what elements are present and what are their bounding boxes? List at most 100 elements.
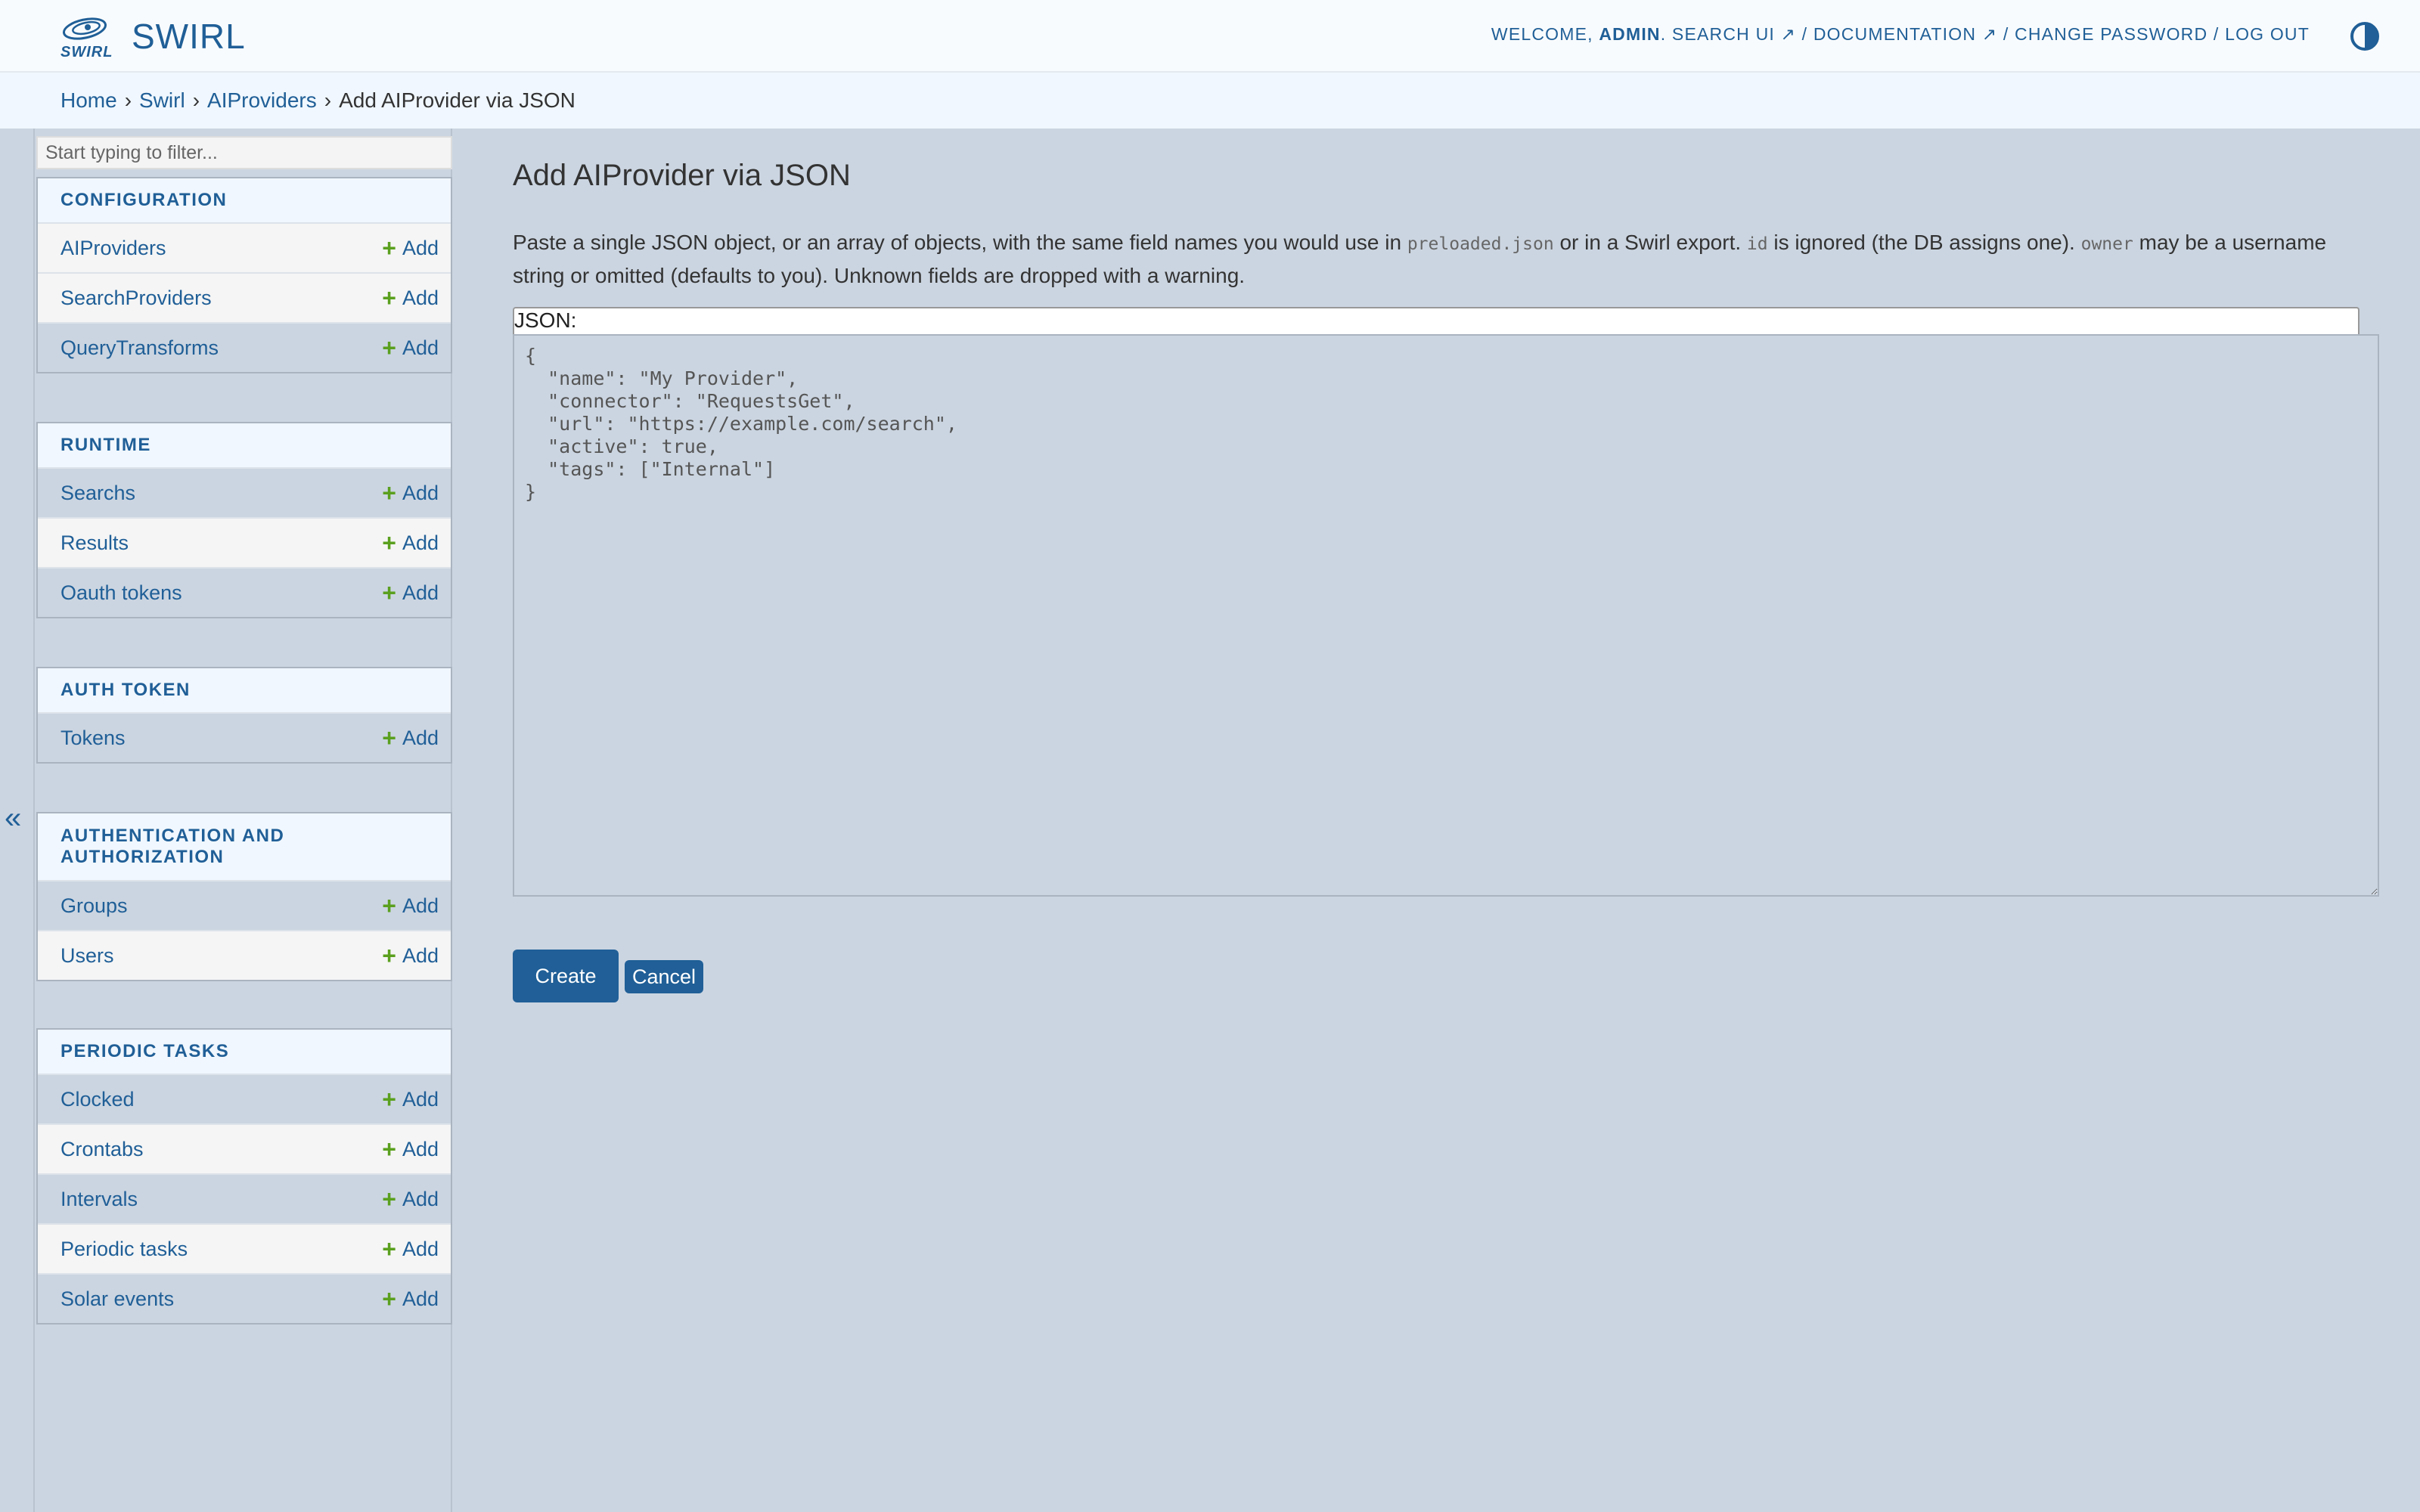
add-oauth-token-button[interactable]: + Add bbox=[382, 581, 439, 605]
add-token-button[interactable]: + Add bbox=[382, 726, 439, 750]
sidebar-item-groups: Groups + Add bbox=[38, 880, 451, 930]
sidebar-item-label[interactable]: Clocked bbox=[60, 1088, 135, 1111]
add-group-button[interactable]: + Add bbox=[382, 894, 439, 918]
add-label: Add bbox=[402, 531, 439, 554]
add-label: Add bbox=[402, 894, 439, 917]
separator: / bbox=[2207, 24, 2226, 44]
add-periodic-task-button[interactable]: + Add bbox=[382, 1237, 439, 1261]
sidebar-item-label[interactable]: Periodic tasks bbox=[60, 1238, 188, 1261]
sidebar-item-aiproviders: AIProviders + Add bbox=[38, 222, 451, 272]
sidebar-item-label[interactable]: Tokens bbox=[60, 727, 126, 750]
add-label: Add bbox=[402, 286, 439, 309]
add-label: Add bbox=[402, 1137, 439, 1160]
brand[interactable]: SWIRL SWIRL bbox=[59, 14, 246, 60]
separator: / bbox=[1796, 24, 1813, 44]
breadcrumb-separator: › bbox=[324, 88, 332, 112]
add-label: Add bbox=[402, 726, 439, 749]
add-querytransform-button[interactable]: + Add bbox=[382, 336, 439, 360]
add-label: Add bbox=[402, 236, 439, 259]
module-caption[interactable]: Configuration bbox=[38, 178, 451, 222]
plus-icon: + bbox=[382, 1136, 396, 1163]
add-label: Add bbox=[402, 336, 439, 359]
page-title: Add AIProvider via JSON bbox=[513, 159, 851, 192]
sidebar-item-searchproviders: SearchProviders + Add bbox=[38, 272, 451, 322]
sidebar-item-label[interactable]: Solar events bbox=[60, 1287, 174, 1311]
help-text-part: is ignored (the DB assigns one). bbox=[1767, 231, 2081, 254]
plus-icon: + bbox=[382, 1235, 396, 1263]
theme-toggle-icon[interactable] bbox=[2349, 20, 2381, 52]
plus-icon: + bbox=[382, 479, 396, 507]
sidebar-item-intervals: Intervals + Add bbox=[38, 1173, 451, 1223]
json-input[interactable] bbox=[513, 334, 2379, 897]
plus-icon: + bbox=[382, 234, 396, 262]
add-result-button[interactable]: + Add bbox=[382, 531, 439, 555]
log-out-link[interactable]: Log out bbox=[2225, 24, 2310, 44]
sidebar-item-label[interactable]: AIProviders bbox=[60, 237, 166, 260]
site-title[interactable]: SWIRL bbox=[132, 16, 246, 57]
add-label: Add bbox=[402, 1087, 439, 1111]
help-text-part: or in a Swirl export. bbox=[1553, 231, 1747, 254]
breadcrumb-home[interactable]: Home bbox=[60, 88, 117, 112]
help-code: owner bbox=[2080, 234, 2133, 254]
sidebar-item-label[interactable]: Users bbox=[60, 944, 114, 968]
sidebar-item-label[interactable]: SearchProviders bbox=[60, 287, 212, 310]
welcome-text: Welcome, bbox=[1491, 24, 1599, 44]
help-code: preloaded.json bbox=[1407, 234, 1554, 254]
breadcrumb-model[interactable]: AIProviders bbox=[207, 88, 317, 112]
help-code: id bbox=[1746, 234, 1768, 254]
create-button[interactable]: Create bbox=[513, 950, 619, 1002]
module-caption[interactable]: Periodic Tasks bbox=[38, 1030, 451, 1074]
add-search-button[interactable]: + Add bbox=[382, 481, 439, 505]
sidebar-item-users: Users + Add bbox=[38, 930, 451, 980]
help-text-part: Paste a single JSON object, or an array … bbox=[513, 231, 1407, 254]
module-authentication-authorization: Authentication and Authorization Groups … bbox=[36, 812, 452, 981]
module-caption[interactable]: Auth Token bbox=[38, 668, 451, 712]
add-searchprovider-button[interactable]: + Add bbox=[382, 286, 439, 310]
search-ui-link[interactable]: Search UI ↗ bbox=[1672, 24, 1796, 44]
breadcrumb-app[interactable]: Swirl bbox=[139, 88, 185, 112]
add-label: Add bbox=[402, 481, 439, 504]
module-caption[interactable]: Runtime bbox=[38, 423, 451, 467]
breadcrumb-separator: › bbox=[192, 88, 200, 112]
sidebar-item-label[interactable]: Searchs bbox=[60, 482, 135, 505]
add-interval-button[interactable]: + Add bbox=[382, 1187, 439, 1211]
documentation-link[interactable]: Documentation ↗ bbox=[1813, 24, 1997, 44]
add-aiprovider-button[interactable]: + Add bbox=[382, 236, 439, 260]
sidebar-item-oauth-tokens: Oauth tokens + Add bbox=[38, 567, 451, 617]
username: admin bbox=[1599, 24, 1661, 44]
sidebar-item-label[interactable]: Crontabs bbox=[60, 1138, 144, 1161]
module-configuration: Configuration AIProviders + Add SearchPro… bbox=[36, 177, 452, 373]
module-periodic-tasks: Periodic Tasks Clocked + Add Crontabs + Ad… bbox=[36, 1028, 452, 1325]
plus-icon: + bbox=[382, 942, 396, 969]
sidebar-item-querytransforms: QueryTransforms + Add bbox=[38, 322, 451, 372]
sidebar-item-solar-events: Solar events + Add bbox=[38, 1273, 451, 1323]
add-label: Add bbox=[402, 1287, 439, 1310]
nav-filter-input[interactable] bbox=[36, 136, 452, 169]
swirl-logo: SWIRL bbox=[59, 14, 113, 60]
sidebar-item-tokens: Tokens + Add bbox=[38, 712, 451, 762]
user-tools: Welcome, admin. Search UI ↗ / Documentat… bbox=[1491, 24, 2310, 44]
change-password-link[interactable]: Change password bbox=[2015, 24, 2207, 44]
logo-text: SWIRL bbox=[60, 44, 113, 60]
site-header: SWIRL SWIRL Welcome, admin. Search UI ↗ … bbox=[0, 0, 2420, 73]
sidebar-item-clocked: Clocked + Add bbox=[38, 1074, 451, 1123]
plus-icon: + bbox=[382, 284, 396, 311]
plus-icon: + bbox=[382, 1285, 396, 1312]
breadcrumb-separator: › bbox=[124, 88, 132, 112]
sidebar-collapse-button[interactable]: « bbox=[5, 801, 21, 835]
sidebar-item-label[interactable]: QueryTransforms bbox=[60, 336, 219, 360]
module-caption[interactable]: Authentication and Authorization bbox=[38, 813, 451, 880]
plus-icon: + bbox=[382, 529, 396, 556]
add-user-button[interactable]: + Add bbox=[382, 943, 439, 968]
add-clocked-button[interactable]: + Add bbox=[382, 1087, 439, 1111]
add-label: Add bbox=[402, 581, 439, 604]
sidebar-item-label[interactable]: Groups bbox=[60, 894, 128, 918]
sidebar-item-label[interactable]: Intervals bbox=[60, 1188, 138, 1211]
sidebar-item-label[interactable]: Oauth tokens bbox=[60, 581, 182, 605]
add-crontab-button[interactable]: + Add bbox=[382, 1137, 439, 1161]
sidebar-item-crontabs: Crontabs + Add bbox=[38, 1123, 451, 1173]
add-solar-event-button[interactable]: + Add bbox=[382, 1287, 439, 1311]
sidebar-item-label[interactable]: Results bbox=[60, 531, 129, 555]
cancel-button[interactable]: Cancel bbox=[625, 960, 703, 993]
module-auth-token: Auth Token Tokens + Add bbox=[36, 667, 452, 764]
